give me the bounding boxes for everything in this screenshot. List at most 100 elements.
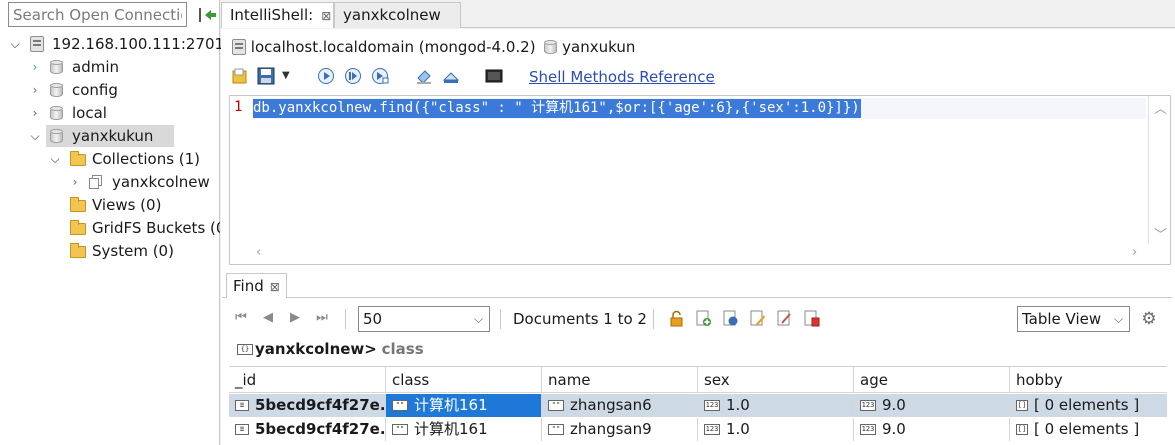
database-icon: [50, 60, 63, 75]
delete-document-icon[interactable]: [803, 310, 820, 327]
cell-name[interactable]: "" zhangsan6: [542, 394, 698, 417]
tree-db-selected[interactable]: ⌵ yanxkukun: [30, 125, 220, 147]
gear-icon[interactable]: ⚙: [1140, 310, 1158, 328]
page-size-select[interactable]: 50 ⌵: [358, 306, 490, 332]
tree-db-config[interactable]: › config: [30, 79, 220, 101]
number-type-icon: 123: [860, 400, 876, 411]
close-icon[interactable]: ⊠: [321, 9, 331, 23]
execute-icon[interactable]: [317, 67, 335, 85]
next-page-icon[interactable]: ▶: [286, 309, 304, 327]
tab-find[interactable]: Find ⊠: [226, 273, 287, 298]
chevron-right-icon[interactable]: ›: [30, 79, 40, 101]
tab-label: yanxkcolnew: [343, 6, 441, 24]
column-header-class[interactable]: class: [386, 367, 542, 393]
tree-db-admin[interactable]: › admin: [30, 56, 220, 78]
add-document-icon[interactable]: [695, 310, 712, 327]
tree-collections-folder[interactable]: ⌵ Collections (1): [50, 148, 220, 170]
database-icon: [50, 129, 63, 144]
chevron-right-icon[interactable]: ›: [30, 102, 40, 124]
close-icon[interactable]: ⊠: [270, 280, 280, 294]
db-label: config: [72, 81, 118, 99]
cell-age[interactable]: 123 9.0: [854, 418, 1010, 441]
view-mode-select[interactable]: Table View ⌵: [1017, 306, 1130, 332]
chevron-right-icon[interactable]: ›: [70, 171, 80, 193]
vertical-scrollbar[interactable]: ︿ ﹀: [1148, 96, 1170, 244]
crumb-field: class: [381, 340, 424, 358]
scroll-down-icon[interactable]: ﹀: [1154, 224, 1167, 243]
cell-sex[interactable]: 123 1.0: [698, 394, 854, 417]
folder-icon: [70, 220, 86, 235]
server-label: 192.168.100.111:27017: [52, 35, 234, 53]
edit-document-icon[interactable]: [749, 310, 766, 327]
column-header-id[interactable]: _id: [229, 367, 386, 393]
crumb-collection[interactable]: yanxkcolnew>: [255, 340, 377, 358]
shell-editor[interactable]: 1 db.yanxkcolnew.find({"class" : " 计算机16…: [229, 95, 1171, 265]
cell-id[interactable]: ≡ 5becd9cf4f27e...: [229, 418, 386, 441]
table-row[interactable]: ≡ 5becd9cf4f27e... "" 计算机161 "" zhangsan6 1…: [229, 394, 1167, 417]
chevron-down-icon[interactable]: ⌵: [10, 33, 20, 55]
previous-page-icon[interactable]: ◀: [259, 309, 277, 327]
scroll-up-icon[interactable]: ︿: [1154, 98, 1167, 117]
column-header-age[interactable]: age: [854, 367, 1010, 393]
cell-class[interactable]: "" 计算机161: [386, 394, 542, 417]
folder-open-icon: [70, 151, 86, 166]
link-with-editor-icon[interactable]: [197, 6, 217, 24]
number-type-icon: 123: [860, 424, 876, 435]
clear-icon[interactable]: [415, 67, 433, 85]
views-label: Views (0): [92, 196, 162, 214]
tree-server-node[interactable]: ⌵ 192.168.100.111:27017: [10, 33, 233, 55]
database-icon: [50, 83, 63, 98]
column-header-sex[interactable]: sex: [698, 367, 854, 393]
gridfs-label: GridFS Buckets (0): [92, 219, 220, 237]
format-icon[interactable]: [442, 67, 460, 85]
tree-collection-item[interactable]: › yanxkcolnew: [70, 171, 220, 193]
tree-system-folder[interactable]: System (0): [50, 240, 220, 262]
page-size-value: 50: [363, 310, 383, 328]
execute-current-icon[interactable]: [371, 67, 389, 85]
tab-intellishell[interactable]: IntelliShell: ⊠: [221, 2, 334, 28]
save-icon[interactable]: [257, 67, 275, 85]
column-header-name[interactable]: name: [542, 367, 698, 393]
search-connections-input[interactable]: [8, 2, 187, 27]
tree-gridfs-folder[interactable]: GridFS Buckets (0): [50, 217, 220, 239]
database-icon: [50, 106, 63, 121]
open-file-icon[interactable]: [231, 67, 249, 85]
tree-db-local[interactable]: › local: [30, 102, 220, 124]
documents-count: Documents 1 to 2: [513, 310, 647, 328]
array-type-icon: []: [1016, 400, 1028, 411]
chevron-right-icon[interactable]: ›: [30, 56, 40, 78]
chevron-down-icon[interactable]: ⌵: [50, 148, 60, 170]
save-dropdown-chevron-icon[interactable]: ▼: [282, 67, 294, 85]
execute-statement-icon[interactable]: [344, 67, 362, 85]
tab-collection[interactable]: yanxkcolnew: [334, 2, 461, 28]
query-code[interactable]: db.yanxkcolnew.find({"class" : " 计算机161"…: [253, 99, 861, 118]
column-header-hobby[interactable]: hobby: [1010, 367, 1167, 393]
console-icon[interactable]: [485, 67, 503, 85]
view-mode-value: Table View: [1022, 310, 1102, 328]
cell-name[interactable]: "" zhangsan9: [542, 418, 698, 441]
first-page-icon[interactable]: ⏮: [232, 309, 250, 327]
lock-icon[interactable]: [668, 310, 685, 327]
scroll-right-icon[interactable]: ›: [1132, 245, 1137, 260]
tab-label: IntelliShell:: [230, 6, 314, 24]
edit-json-icon[interactable]: [776, 310, 793, 327]
system-label: System (0): [92, 242, 174, 260]
cell-class[interactable]: "" 计算机161: [386, 418, 542, 441]
cell-hobby[interactable]: [][ 0 elements ]: [1010, 394, 1167, 417]
table-row[interactable]: ≡ 5becd9cf4f27e... "" 计算机161 "" zhangsan9 1…: [229, 418, 1167, 441]
horizontal-scrollbar[interactable]: ‹ ›: [252, 244, 1152, 264]
number-type-icon: 123: [704, 400, 720, 411]
tree-views-folder[interactable]: Views (0): [50, 194, 220, 216]
clone-document-icon[interactable]: [722, 310, 739, 327]
chevron-down-icon[interactable]: ⌵: [30, 125, 40, 147]
scroll-left-icon[interactable]: ‹: [256, 245, 261, 260]
cell-id[interactable]: ≡ 5becd9cf4f27e...: [229, 394, 386, 417]
line-number: 1: [234, 99, 243, 115]
tab-label: Find: [233, 277, 264, 295]
cell-sex[interactable]: 123 1.0: [698, 418, 854, 441]
last-page-icon[interactable]: ⏭: [313, 309, 331, 327]
shell-methods-reference-link[interactable]: Shell Methods Reference: [529, 67, 715, 87]
cell-age[interactable]: 123 9.0: [854, 394, 1010, 417]
string-type-icon: "": [548, 400, 564, 411]
cell-hobby[interactable]: [][ 0 elements ]: [1010, 418, 1167, 441]
